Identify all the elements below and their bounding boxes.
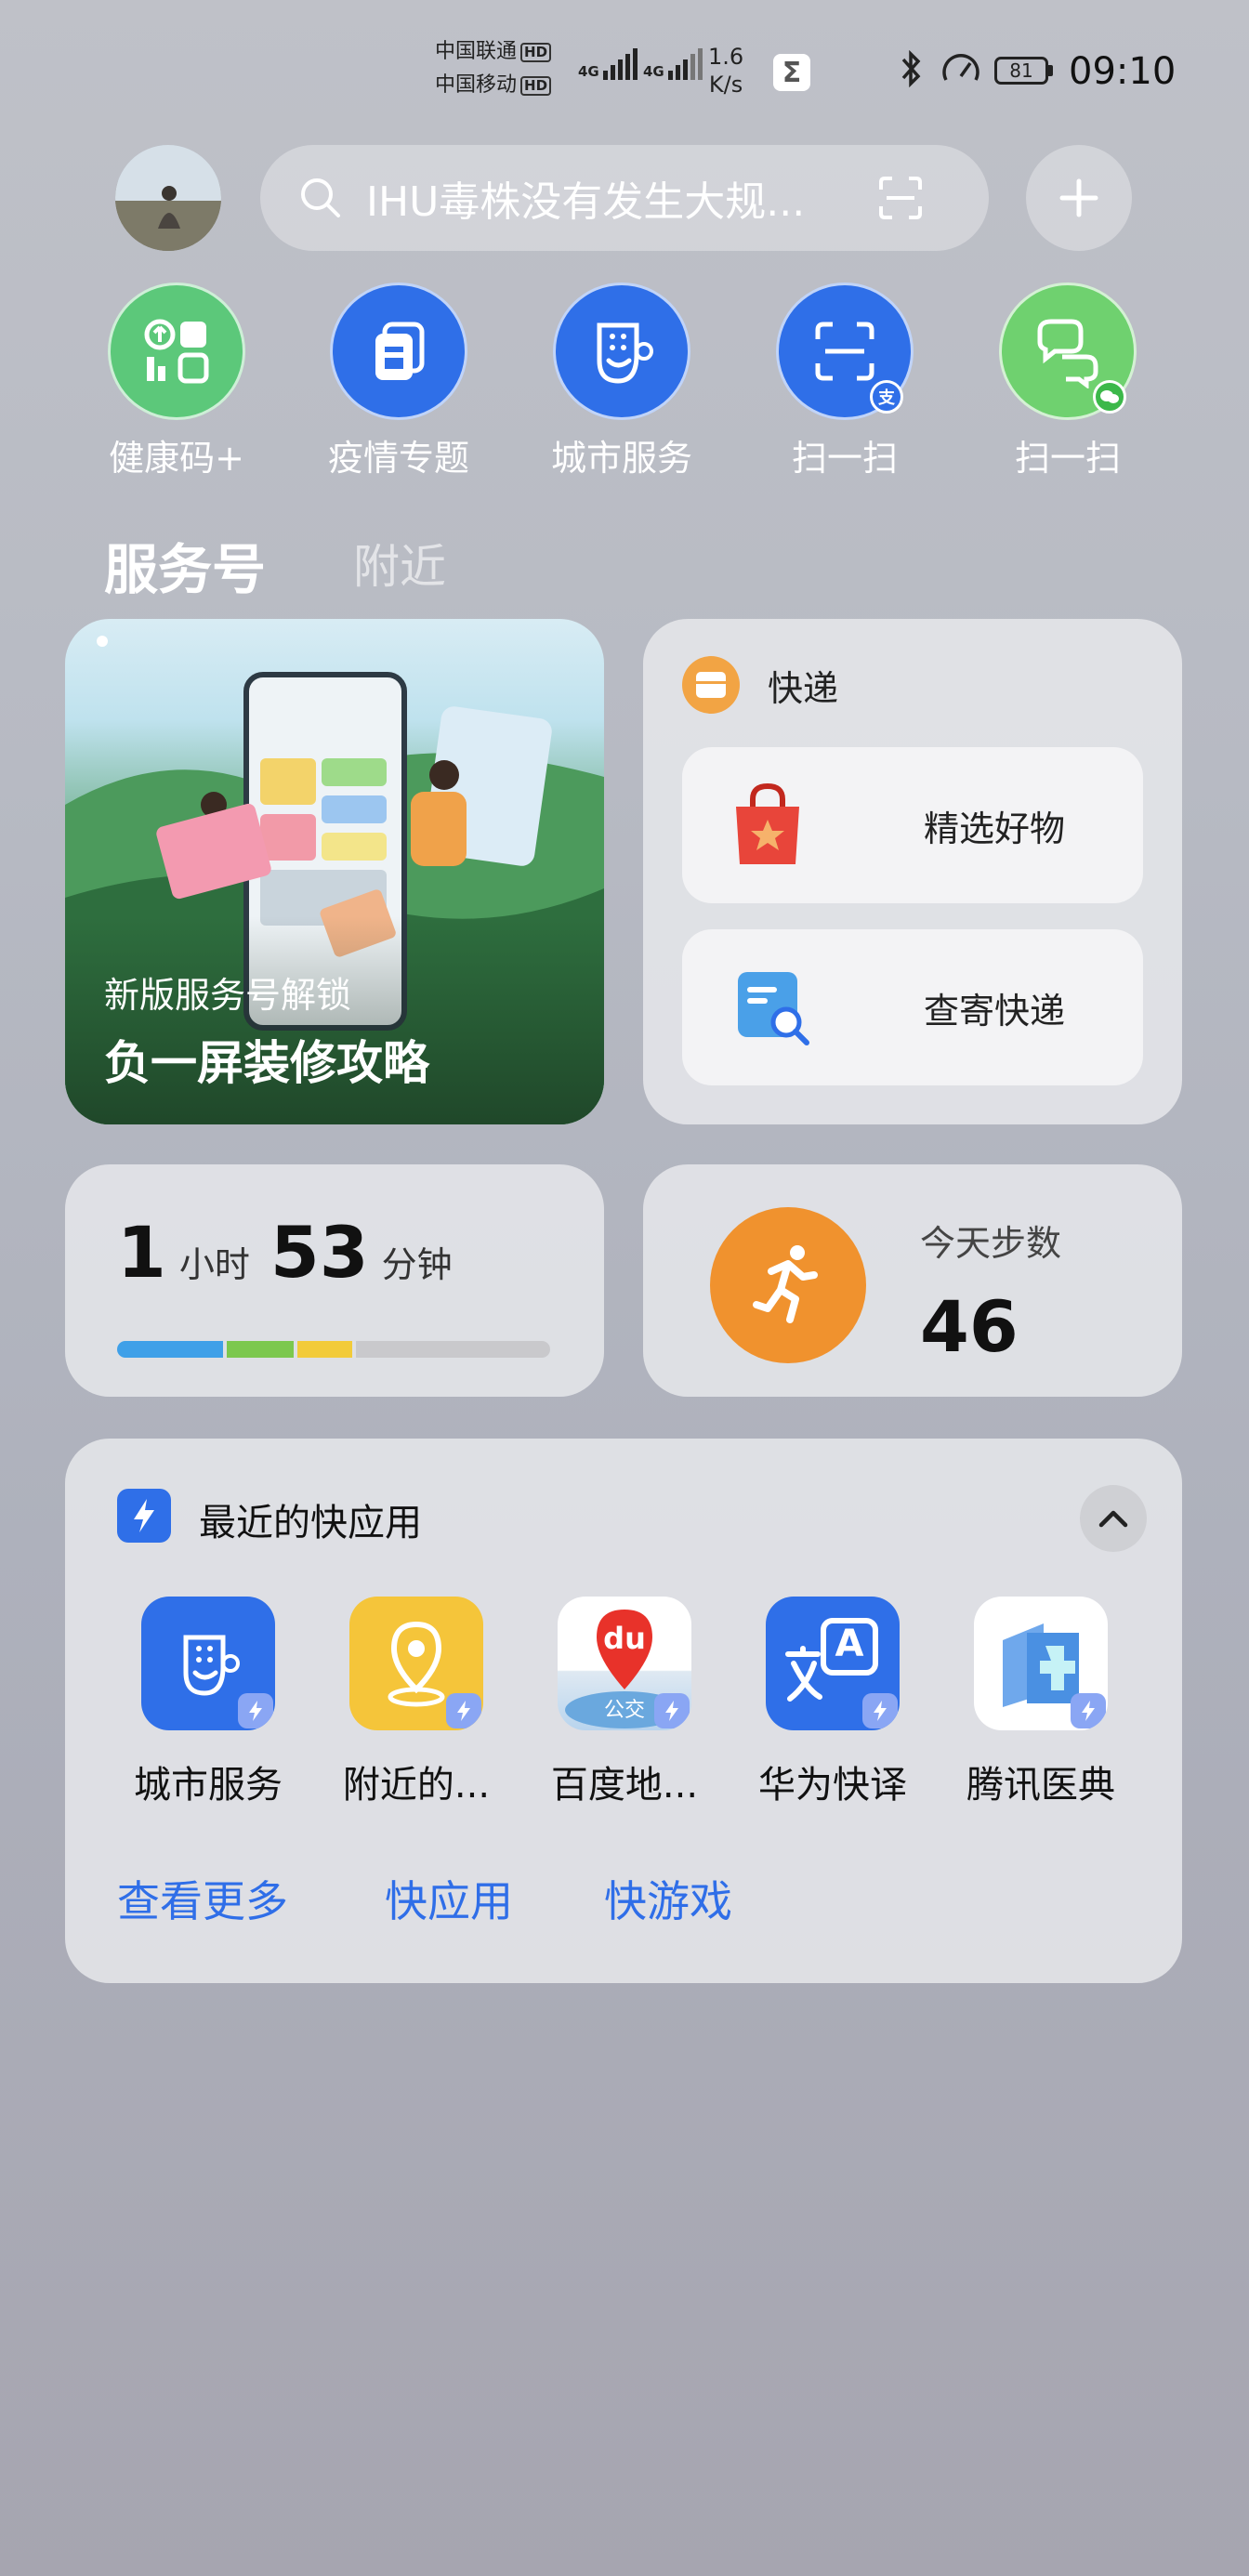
screen-time-duration: 1 小时 53 分钟 (117, 1211, 453, 1294)
tab-service-accounts[interactable]: 服务号 (104, 526, 266, 604)
scan-code-icon[interactable] (877, 175, 924, 221)
app-huawei-translate[interactable]: A 华为快译 (740, 1597, 926, 1808)
signal-icon-2: 4G (643, 48, 703, 80)
express-card: 快递 精选好物 查寄快递 (643, 619, 1182, 1124)
medical-book-icon (974, 1597, 1108, 1730)
quick-apps-link[interactable]: 快应用 (385, 1868, 513, 1929)
app-city-service[interactable]: 城市服务 (115, 1597, 301, 1808)
app-label: 城市服务 (134, 1764, 283, 1807)
quick-action-health-code[interactable]: 健康码+ (98, 283, 256, 480)
avatar[interactable] (115, 145, 221, 251)
chevron-up-icon (1098, 1510, 1128, 1528)
screen-time-card[interactable]: 1 小时 53 分钟 (65, 1164, 604, 1397)
app-label: 百度地... (550, 1764, 699, 1807)
quick-action-epidemic[interactable]: 疫情专题 (320, 283, 478, 480)
steps-label: 今天步数 (920, 1223, 1062, 1264)
express-item-featured-goods[interactable]: 精选好物 (682, 747, 1143, 903)
promo-card[interactable]: 新版服务号解锁 负一屏装修攻略 (65, 619, 604, 1124)
translate-icon: A (766, 1597, 900, 1730)
sigma-app-icon: Σ (773, 54, 810, 91)
quick-action-label: 扫一扫 (1014, 438, 1121, 479)
screen-time-minutes-unit: 分钟 (381, 1244, 453, 1285)
network-speed: 1.6 K/s (708, 44, 744, 98)
shopping-bag-icon (736, 782, 799, 864)
clock: 09:10 (1069, 50, 1177, 93)
quick-action-label: 扫一扫 (791, 438, 898, 479)
search-input[interactable]: IHU毒株没有发生大规... (366, 168, 849, 228)
carrier-1: 中国联通 (435, 40, 518, 63)
collapse-button[interactable] (1080, 1485, 1147, 1552)
express-item-label: 精选好物 (924, 808, 1066, 849)
hd-badge-1: HD (520, 42, 552, 62)
usage-bar-segment (117, 1341, 223, 1358)
scan-icon: 支 (776, 283, 914, 420)
promo-title: 负一屏装修攻略 (104, 1036, 429, 1090)
app-baidu-map[interactable]: du 公交 百度地... (532, 1597, 717, 1808)
signal-icon-1: 4G (578, 48, 638, 80)
quick-app-badge-icon (1071, 1693, 1106, 1728)
search-icon (301, 178, 340, 217)
carrier-info: 中国联通 HD 中国移动 HD (435, 35, 552, 102)
screen-time-minutes: 53 (270, 1211, 369, 1294)
search-package-icon (738, 972, 809, 1045)
steps-card[interactable]: 今天步数 46 (643, 1164, 1182, 1397)
tab-nearby[interactable]: 附近 (353, 530, 446, 597)
app-label: 腾讯医典 (966, 1764, 1115, 1807)
quick-games-link[interactable]: 快游戏 (604, 1868, 732, 1929)
city-service-icon (553, 283, 690, 420)
screen-time-hours: 1 (117, 1211, 166, 1294)
recent-apps-title: 最近的快应用 (199, 1502, 422, 1544)
add-button[interactable] (1026, 145, 1132, 251)
quick-action-label: 疫情专题 (327, 438, 469, 479)
quick-app-badge-icon (446, 1693, 481, 1728)
usage-bar (117, 1341, 550, 1358)
express-icon (682, 656, 740, 714)
quick-app-lightning-icon (117, 1489, 171, 1543)
translate-a-text: A (835, 1623, 864, 1665)
screen-time-hours-unit: 小时 (178, 1244, 250, 1285)
app-label: 华为快译 (758, 1764, 907, 1807)
health-code-icon (108, 283, 245, 420)
recent-quick-apps-card: 最近的快应用 城市服务 附近的... du 公交 百度地... A 华为快译 腾… (65, 1439, 1182, 1983)
express-title: 快递 (768, 668, 839, 709)
baidu-map-icon: du 公交 (558, 1597, 691, 1730)
quick-action-label: 健康码+ (109, 438, 244, 479)
status-bar: 中国联通 HD 中国移动 HD 4G 4G 1.6 K/s Σ 81 09:10 (0, 0, 1249, 139)
quick-action-alipay-scan[interactable]: 支 扫一扫 (766, 283, 924, 480)
quick-app-badge-icon (238, 1693, 273, 1728)
carrier-2: 中国移动 (435, 73, 518, 97)
wechat-badge-icon (1093, 380, 1126, 414)
running-icon (710, 1207, 866, 1363)
app-label: 附近的... (342, 1764, 491, 1807)
steps-value: 46 (920, 1285, 1019, 1368)
see-more-link[interactable]: 查看更多 (117, 1868, 288, 1929)
speedometer-icon (940, 52, 981, 89)
plus-icon (1059, 178, 1098, 217)
quick-action-wechat-scan[interactable]: 扫一扫 (989, 283, 1147, 480)
quick-action-label: 城市服务 (550, 438, 692, 479)
battery-icon: 81 (994, 57, 1053, 85)
search-bar[interactable]: IHU毒株没有发生大规... (260, 145, 989, 251)
wechat-scan-icon (999, 283, 1137, 420)
express-item-label: 查寄快递 (924, 990, 1066, 1032)
city-service-app-icon (141, 1597, 275, 1730)
usage-bar-segment (356, 1341, 550, 1358)
bluetooth-icon (900, 49, 924, 91)
quick-action-city-service[interactable]: 城市服务 (543, 283, 701, 480)
usage-bar-segment (297, 1341, 353, 1358)
app-nearby[interactable]: 附近的... (323, 1597, 509, 1808)
nearby-location-icon (349, 1597, 483, 1730)
express-item-check-shipping[interactable]: 查寄快递 (682, 929, 1143, 1085)
promo-subtitle: 新版服务号解锁 (104, 975, 352, 1016)
quick-app-badge-icon (654, 1693, 690, 1728)
epidemic-topic-icon (330, 283, 467, 420)
usage-bar-segment (226, 1341, 295, 1358)
alipay-badge-icon: 支 (870, 380, 903, 414)
hd-badge-2: HD (520, 75, 552, 96)
baidu-du-text: du (603, 1621, 646, 1656)
quick-app-badge-icon (862, 1693, 898, 1728)
app-tencent-medical[interactable]: 腾讯医典 (948, 1597, 1134, 1808)
